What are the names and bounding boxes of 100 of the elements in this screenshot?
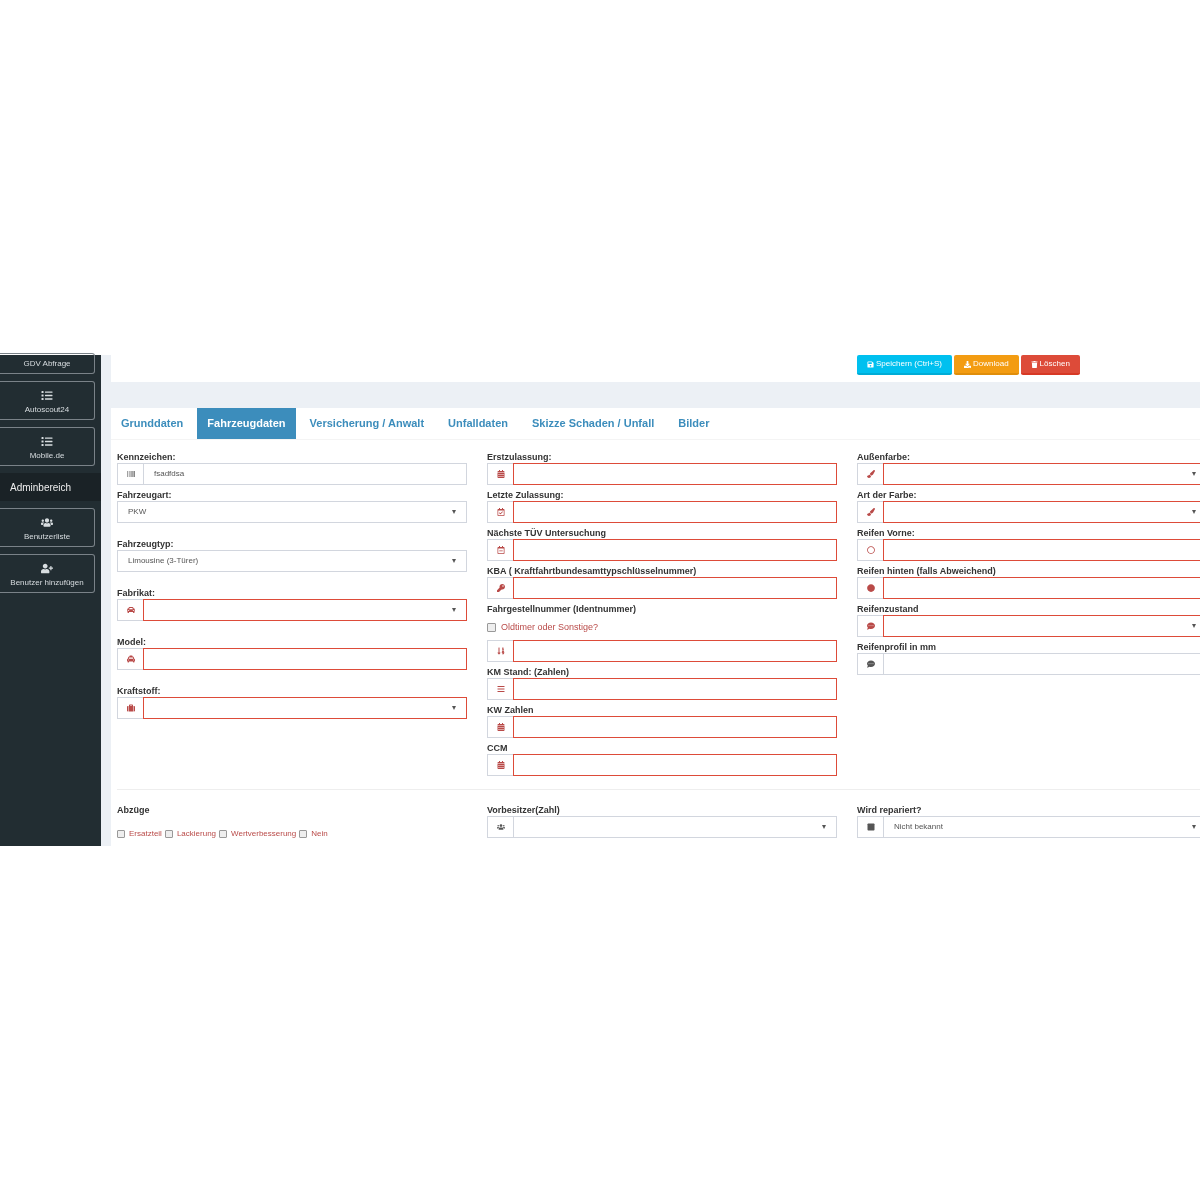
field-label: Reifenzustand: [857, 604, 920, 615]
field-label: Reifen hinten (falls Abweichend): [857, 566, 997, 577]
tab[interactable]: Grunddaten: [111, 408, 194, 439]
select-field[interactable]: PKW: [117, 501, 467, 523]
field-label: Fahrzeugtyp:: [117, 539, 175, 550]
caret-icon: [822, 824, 826, 829]
field-label: Reifenprofil in mm: [857, 642, 937, 653]
tab[interactable]: Bilder: [668, 408, 720, 439]
checkbox[interactable]: [117, 829, 125, 838]
download-icon: [964, 360, 972, 368]
input-field[interactable]: fsadfdsa: [143, 463, 467, 485]
select-field[interactable]: [143, 599, 467, 621]
paint-brush-icon: [866, 508, 875, 516]
users-icon: [496, 822, 505, 831]
users-icon: [41, 517, 53, 528]
input-field[interactable]: [513, 539, 837, 561]
checkbox[interactable]: [487, 623, 496, 633]
calendar-minus-icon: [496, 546, 505, 554]
checkbox[interactable]: [164, 829, 173, 838]
tab[interactable]: Unfalldaten: [438, 408, 518, 439]
sort-numeric-icon: [496, 646, 505, 655]
sidebar-button[interactable]: Benutzer hinzufügen: [0, 554, 95, 593]
field-label: Art der Farbe:: [857, 490, 918, 501]
field-label: Erstzulassung:: [487, 452, 553, 463]
checkbox-option[interactable]: Oldtimer oder Sonstige?: [487, 621, 837, 635]
input-field[interactable]: [513, 639, 837, 662]
field-label: Kraftstoff:: [117, 686, 162, 697]
checkbox-option[interactable]: Nein: [299, 827, 328, 840]
checkbox-label: Nein: [311, 827, 328, 840]
field-label: Fahrzeugart:: [117, 490, 173, 501]
list-icon: [41, 436, 53, 447]
input-field[interactable]: [143, 648, 467, 670]
speech-bubble-icon: [866, 622, 875, 630]
field-label: Kennzeichen:: [117, 452, 177, 463]
input-field[interactable]: [513, 501, 837, 523]
list-icon: [41, 390, 53, 401]
field-label: Vorbesitzer(Zahl): [487, 804, 561, 816]
caret-icon: [1192, 824, 1196, 829]
caret-icon: [452, 510, 456, 514]
toolbar-button[interactable]: Löschen: [1020, 355, 1080, 375]
checkbox-option[interactable]: Wertverbesserung: [219, 827, 297, 840]
sidebar-header: Adminbereich: [0, 473, 101, 501]
field-label: KM Stand: (Zahlen): [487, 666, 570, 678]
checkbox-option[interactable]: Ersatzteil: [117, 827, 162, 840]
checkbox-label: Ersatzteil: [129, 827, 162, 840]
field-label: KW Zahlen: [487, 704, 535, 716]
select-field[interactable]: [143, 697, 467, 719]
select-field[interactable]: [883, 615, 1200, 637]
sidebar-button[interactable]: GDV Abfrage: [0, 353, 95, 374]
field-label: Wird repariert?: [857, 804, 923, 816]
sidebar-button[interactable]: Autoscout24: [0, 381, 95, 420]
select-field[interactable]: Limousine (3-Türer): [117, 550, 467, 572]
list-icon: [496, 684, 505, 693]
user-plus-icon: [41, 563, 53, 574]
tab[interactable]: Skizze Schaden / Unfall: [522, 408, 665, 439]
input-field[interactable]: [513, 715, 837, 738]
car-icon: [126, 606, 135, 614]
checkbox[interactable]: [219, 829, 228, 838]
input-field[interactable]: [513, 677, 837, 700]
calendar-icon: [496, 722, 505, 731]
tab[interactable]: Fahrzeugdaten: [197, 408, 296, 439]
caret-icon: [1192, 624, 1196, 628]
input-field[interactable]: [883, 539, 1200, 561]
field-label: Außenfarbe:: [857, 452, 911, 463]
checkbox[interactable]: [299, 829, 308, 838]
save-icon: [867, 360, 874, 368]
trash-icon: [1030, 360, 1038, 368]
paint-brush-icon: [866, 470, 875, 478]
sidebar-button[interactable]: Benutzerliste: [0, 508, 95, 547]
field-label: CCM: [487, 742, 509, 754]
input-field[interactable]: [883, 577, 1200, 599]
caret-icon: [1192, 510, 1196, 514]
key-icon: [496, 584, 505, 592]
field-label: Fabrikat:: [117, 588, 156, 599]
taxi-icon: [126, 655, 135, 663]
select-field[interactable]: [883, 501, 1200, 523]
sidebar-button[interactable]: Mobile.de: [0, 427, 95, 466]
calendar-icon: [496, 760, 505, 769]
select-field[interactable]: [883, 463, 1200, 485]
caret-icon: [452, 608, 456, 612]
select-field[interactable]: Nicht bekannt: [883, 815, 1200, 838]
field-label: Model:: [117, 637, 147, 648]
input-field[interactable]: [513, 577, 837, 599]
suitcase-icon: [126, 704, 135, 712]
input-field[interactable]: [513, 753, 837, 776]
calendar-icon: [496, 470, 505, 478]
field-label: Reifen Vorne:: [857, 528, 916, 539]
tab[interactable]: Versicherung / Anwalt: [299, 408, 435, 439]
checkbox-label: Lackierung: [176, 827, 217, 840]
field-label: Fahrgestellnummer (Identnummer): [487, 604, 638, 615]
calendar-check-icon: [496, 508, 505, 516]
checkbox-label: Oldtimer oder Sonstige?: [501, 621, 599, 634]
speech-bubble-icon: [866, 660, 875, 668]
input-field[interactable]: [513, 463, 837, 485]
checkbox-option[interactable]: Lackierung: [164, 827, 217, 840]
barcode-icon: [126, 470, 135, 478]
checkbox-label: Wertverbesserung: [231, 827, 297, 840]
field-label: Abzüge: [117, 804, 151, 816]
circle-outline-icon: [866, 546, 875, 554]
caret-icon: [1192, 472, 1196, 476]
